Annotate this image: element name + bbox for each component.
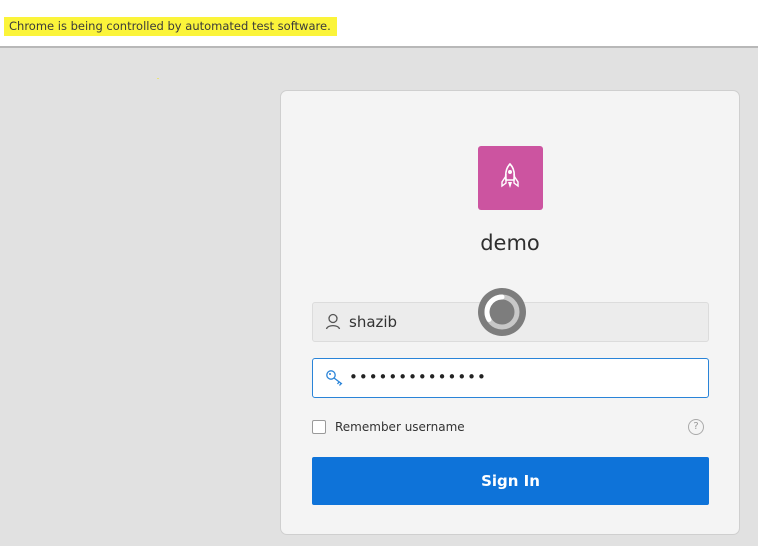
user-icon bbox=[325, 313, 341, 330]
password-value: •••••••••••••• bbox=[349, 368, 487, 386]
login-card: demo shazib •••••••••••••• Remember user… bbox=[280, 90, 740, 535]
remember-label: Remember username bbox=[335, 420, 465, 434]
app-name: demo bbox=[480, 231, 540, 255]
help-icon[interactable]: ? bbox=[688, 419, 704, 435]
app-logo bbox=[478, 146, 543, 210]
spinner-icon bbox=[484, 294, 520, 330]
automation-infobar: Chrome is being controlled by automated … bbox=[0, 0, 758, 48]
highlight-artifact bbox=[157, 78, 159, 79]
username-value: shazib bbox=[349, 313, 398, 331]
sign-in-button[interactable]: Sign In bbox=[312, 457, 709, 505]
automation-message: Chrome is being controlled by automated … bbox=[4, 17, 337, 36]
key-icon bbox=[326, 370, 343, 386]
loading-spinner bbox=[478, 288, 526, 336]
remember-checkbox[interactable] bbox=[312, 420, 326, 434]
rocket-icon bbox=[501, 162, 519, 188]
password-field[interactable]: •••••••••••••• bbox=[312, 358, 709, 398]
page-viewport: demo shazib •••••••••••••• Remember user… bbox=[0, 48, 758, 546]
